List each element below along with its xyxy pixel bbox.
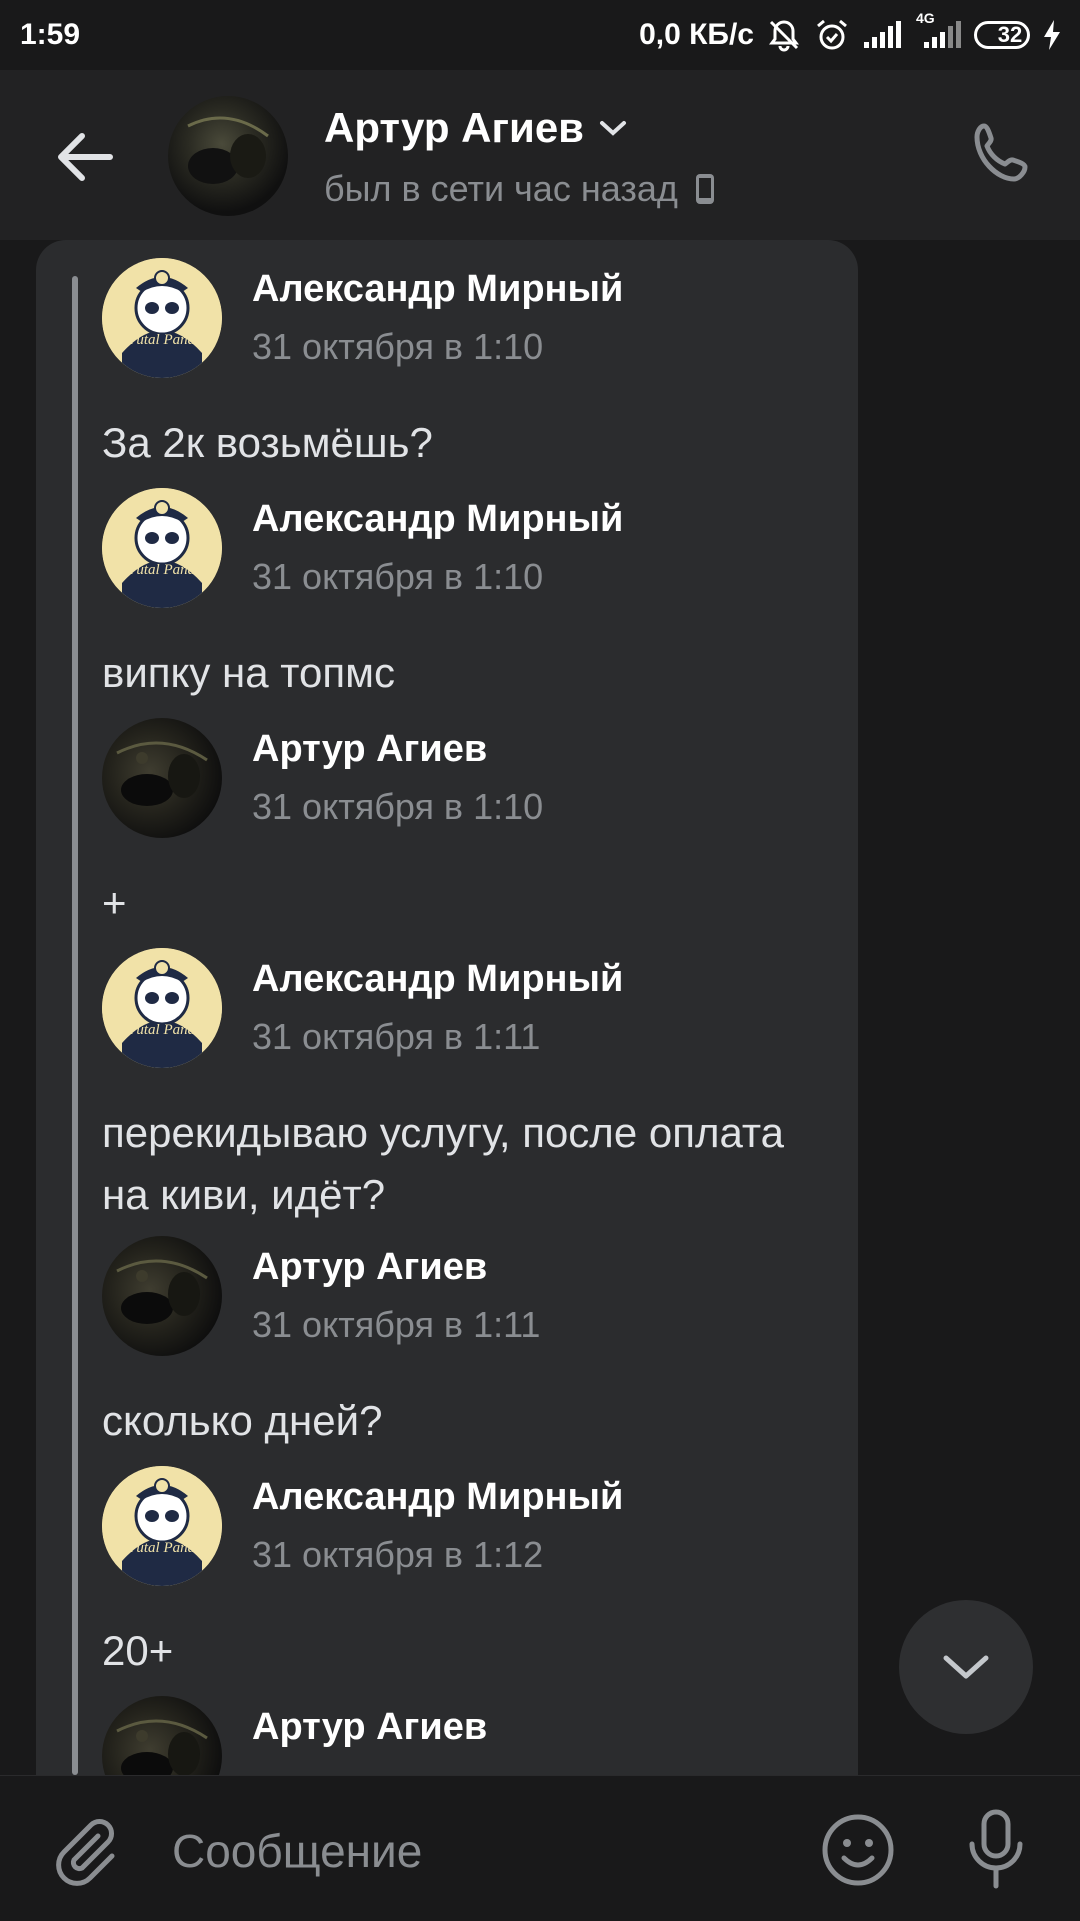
network-speed: 0,0 КБ/с [639, 18, 754, 51]
author-name[interactable]: Александр Мирный [252, 958, 623, 1001]
author-name[interactable]: Артур Агиев [252, 728, 487, 771]
battery-icon: 32 [974, 21, 1030, 49]
svg-text:Brutal Panda: Brutal Panda [121, 1540, 202, 1556]
signal-icon [862, 20, 902, 50]
svg-text:Brutal Panda: Brutal Panda [121, 562, 202, 578]
author-name[interactable]: Артур Агиев [252, 1246, 487, 1289]
back-arrow-icon [58, 133, 113, 181]
svg-text:Brutal Panda: Brutal Panda [121, 332, 202, 348]
author-avatar[interactable]: Brutal Panda [102, 1466, 222, 1586]
photo-avatar-icon [116, 1259, 208, 1324]
battery-level: 32 [997, 22, 1023, 47]
panda-logo-icon: Brutal Panda [102, 948, 222, 1068]
author-name[interactable]: Артур Агиев [252, 1706, 487, 1749]
voice-message-button[interactable] [958, 1808, 1034, 1892]
call-button[interactable] [964, 118, 1038, 192]
message-composer [0, 1775, 1080, 1921]
author-name[interactable]: Александр Мирный [252, 268, 623, 311]
contact-status: был в сети час назад [324, 168, 716, 210]
contact-name: Артур Агиев [324, 104, 584, 151]
last-seen-text: был в сети час назад [324, 168, 678, 209]
photo-avatar-icon [116, 741, 208, 806]
emoji-button[interactable] [820, 1812, 896, 1888]
chevron-down-icon [943, 1655, 989, 1679]
signal-4g-icon: 4G [914, 10, 962, 50]
chat-header: Артур Агиев был в сети час назад [0, 70, 1080, 240]
emoji-icon [822, 1814, 894, 1886]
message-text: За 2к возьмёшь? [102, 419, 433, 466]
contact-name-row[interactable]: Артур Агиев [324, 104, 628, 152]
author-avatar[interactable]: Brutal Panda [102, 488, 222, 608]
microphone-icon [969, 1809, 1023, 1889]
message-time: 31 октября в 1:12 [252, 1534, 544, 1575]
author-avatar[interactable]: Brutal Panda [102, 258, 222, 378]
author-name[interactable]: Александр Мирный [252, 1476, 623, 1519]
message-time: 31 октября в 1:10 [252, 556, 544, 597]
message-time: 31 октября в 1:10 [252, 786, 544, 827]
message-input[interactable] [170, 1818, 774, 1884]
status-bar: 1:59 0,0 КБ/с 4G 32 [0, 0, 1080, 70]
author-avatar[interactable]: Brutal Panda [102, 948, 222, 1068]
alarm-icon [814, 17, 850, 53]
mobile-device-icon [695, 174, 714, 204]
author-avatar[interactable] [102, 718, 222, 838]
svg-text:Brutal Panda: Brutal Panda [121, 1022, 202, 1038]
message-time: 31 октября в 1:10 [252, 326, 544, 367]
message-text: сколько дней? [102, 1397, 383, 1444]
message-text: + [102, 879, 127, 926]
attach-button[interactable] [48, 1814, 120, 1886]
panda-logo-icon: Brutal Panda [102, 488, 222, 608]
attach-icon [56, 1819, 115, 1886]
status-icons: 0,0 КБ/с 4G 32 [639, 10, 1062, 53]
message-time: 31 октября в 1:11 [252, 1304, 541, 1345]
panda-logo-icon: Brutal Panda [102, 258, 222, 378]
phone-icon [974, 123, 1028, 182]
status-time: 1:59 [20, 18, 81, 51]
back-button[interactable] [50, 122, 120, 192]
scroll-to-bottom-button[interactable] [899, 1600, 1033, 1734]
forwarded-indicator-line [72, 276, 78, 1775]
author-name[interactable]: Александр Мирный [252, 498, 623, 541]
mute-notifications-icon [766, 17, 802, 53]
network-type-label: 4G [916, 10, 935, 26]
message-text: випку на топмс [102, 649, 395, 696]
charging-icon [1042, 19, 1062, 51]
chevron-down-icon [600, 121, 626, 136]
message-text: перекидываю услугу, после оплата на киви… [102, 1109, 785, 1218]
author-avatar[interactable] [102, 1236, 222, 1356]
contact-avatar[interactable] [168, 96, 288, 216]
message-time: 31 октября в 1:11 [252, 1016, 541, 1057]
panda-logo-icon: Brutal Panda [102, 1466, 222, 1586]
message-text: 20+ [102, 1627, 174, 1674]
